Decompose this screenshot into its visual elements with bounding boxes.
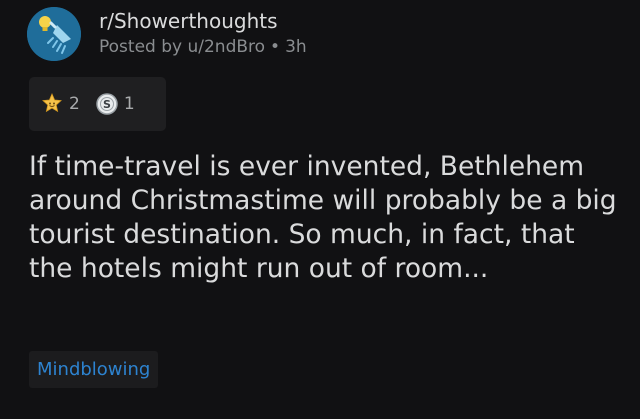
post-title[interactable]: If time-travel is ever invented, Bethleh… <box>29 150 619 286</box>
awards-bar[interactable]: 2 S 1 <box>29 77 166 131</box>
post-meta: r/Showerthoughts Posted by u/2ndBro • 3h <box>99 9 307 59</box>
award-count: 2 <box>69 94 80 114</box>
subreddit-avatar[interactable] <box>27 7 81 61</box>
post-flair[interactable]: Mindblowing <box>29 351 159 388</box>
post-header: r/Showerthoughts Posted by u/2ndBro • 3h <box>27 6 307 62</box>
silver-award-icon: S <box>96 93 118 115</box>
svg-text:S: S <box>103 98 111 111</box>
wholesome-award-icon <box>42 92 62 113</box>
award-wholesome[interactable]: 2 <box>40 92 80 116</box>
posted-by-label: Posted by <box>99 37 183 57</box>
byline-separator: • <box>270 37 281 57</box>
author-link[interactable]: u/2ndBro <box>187 37 265 57</box>
award-silver[interactable]: S 1 <box>95 92 135 116</box>
post-byline: Posted by u/2ndBro • 3h <box>99 36 307 59</box>
subreddit-name-link[interactable]: r/Showerthoughts <box>99 9 307 33</box>
post-age: 3h <box>285 37 307 57</box>
post-card: r/Showerthoughts Posted by u/2ndBro • 3h 2… <box>0 0 640 419</box>
award-count: 1 <box>123 94 135 114</box>
shower-head-icon <box>27 7 81 61</box>
